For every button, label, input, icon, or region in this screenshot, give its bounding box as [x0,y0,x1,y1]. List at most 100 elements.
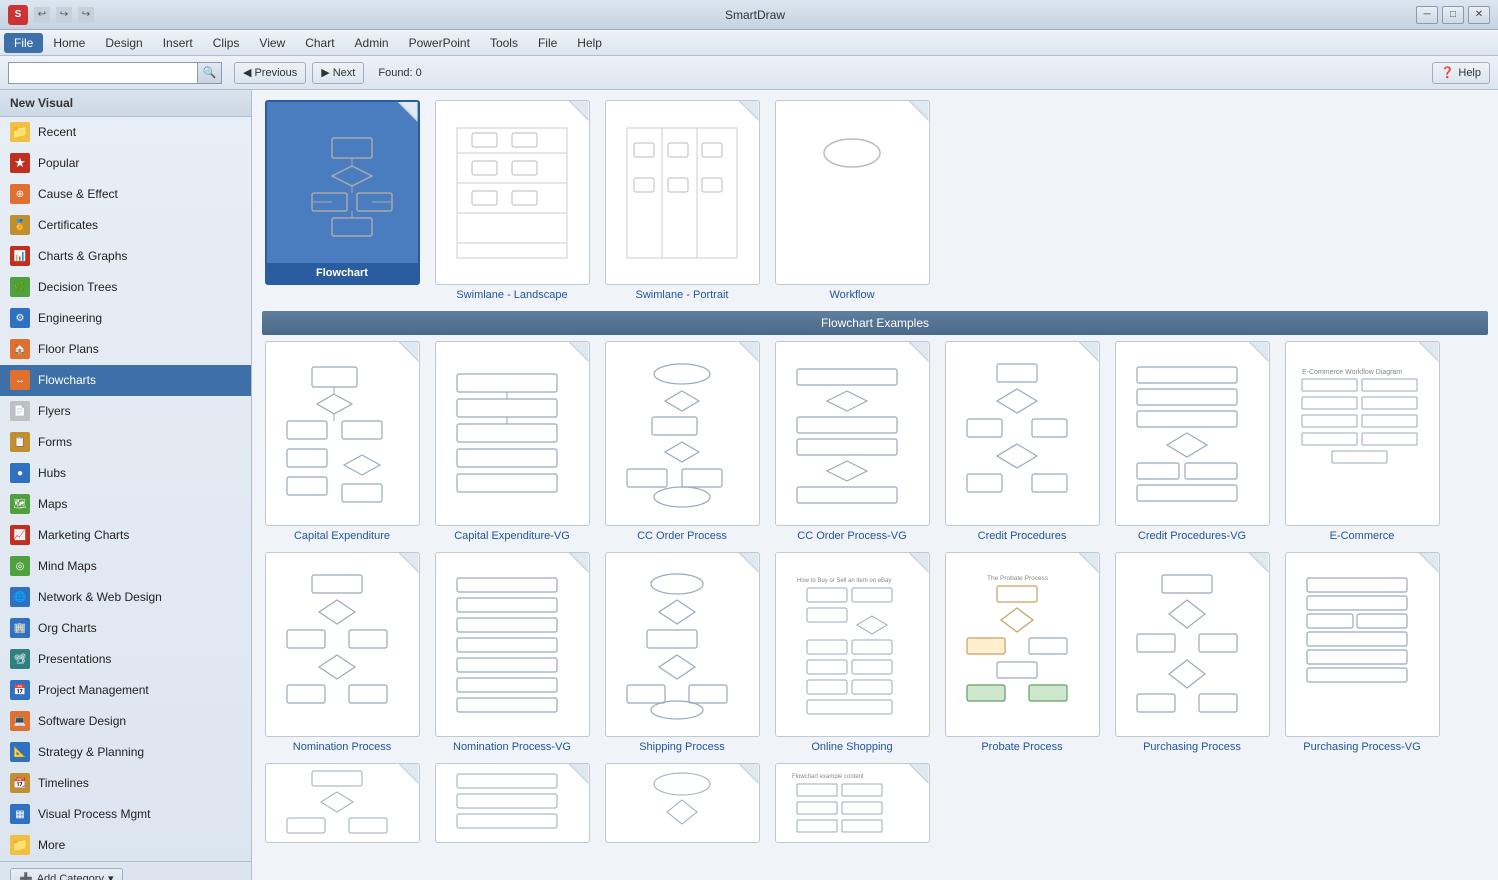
purchasing-thumb[interactable] [1115,552,1270,737]
template-card-purchasing-vg[interactable]: Purchasing Process-VG [1282,552,1442,753]
workflow-diagram [792,123,912,263]
template-card-probate[interactable]: The Probate Process Probate Process [942,552,1102,753]
cc-order-diagram [617,359,747,509]
sidebar-item-certificates[interactable]: 🏅 Certificates [0,210,251,241]
menu-admin[interactable]: Admin [345,33,399,53]
next-arrow-icon: ▶ [321,66,329,79]
sidebar-item-cause-effect[interactable]: ⊕ Cause & Effect [0,179,251,210]
credit-procedures-thumb[interactable] [945,341,1100,526]
undo-btn[interactable]: ↩ [34,7,50,23]
template-card-row3-3[interactable] [602,763,762,843]
menu-clips[interactable]: Clips [203,33,250,53]
capital-expenditure-thumb[interactable] [265,341,420,526]
workflow-name: Workflow [829,289,874,301]
cc-order-thumb[interactable] [605,341,760,526]
menu-design[interactable]: Design [95,33,152,53]
template-card-shipping[interactable]: Shipping Process [602,552,762,753]
capital-expenditure-vg-thumb[interactable] [435,341,590,526]
template-card-purchasing[interactable]: Purchasing Process [1112,552,1272,753]
cc-order-vg-thumb[interactable] [775,341,930,526]
sidebar-item-hubs[interactable]: ● Hubs [0,458,251,489]
sidebar-item-flowcharts[interactable]: ↔ Flowcharts [0,365,251,396]
menu-help[interactable]: Help [567,33,612,53]
sidebar-item-timelines[interactable]: 📆 Timelines [0,768,251,799]
template-card-credit-procedures[interactable]: Credit Procedures [942,341,1102,542]
sidebar-item-marketing-charts[interactable]: 📈 Marketing Charts [0,520,251,551]
template-card-online-shopping[interactable]: How to Buy or Sell an item on eBay [772,552,932,753]
flowchart-thumb[interactable]: Flowchart [265,100,420,285]
template-card-nomination[interactable]: Nomination Process [262,552,422,753]
sidebar: New Visual 📁 Recent ★ Popular ⊕ Cause & … [0,90,252,880]
minimize-button[interactable]: ─ [1416,6,1438,24]
swimlane-portrait-thumb[interactable] [605,100,760,285]
row3-thumb-1[interactable] [265,763,420,843]
template-card-flowchart[interactable]: Flowchart [262,100,422,301]
sidebar-item-forms[interactable]: 📋 Forms [0,427,251,458]
online-shopping-thumb[interactable]: How to Buy or Sell an item on eBay [775,552,930,737]
template-card-nomination-vg[interactable]: Nomination Process-VG [432,552,592,753]
sidebar-item-engineering[interactable]: ⚙ Engineering [0,303,251,334]
next-button[interactable]: ▶ Next [312,62,364,84]
template-card-credit-procedures-vg[interactable]: Credit Procedures-VG [1112,341,1272,542]
add-category-button[interactable]: ➕ Add Category ▾ [10,868,123,880]
sidebar-item-mind-maps[interactable]: ◎ Mind Maps [0,551,251,582]
workflow-thumb[interactable] [775,100,930,285]
menu-file2[interactable]: File [528,33,567,53]
sidebar-item-popular[interactable]: ★ Popular [0,148,251,179]
probate-thumb[interactable]: The Probate Process [945,552,1100,737]
row3-thumb-2[interactable] [435,763,590,843]
sidebar-item-presentations[interactable]: 📽 Presentations [0,644,251,675]
nomination-thumb[interactable] [265,552,420,737]
shipping-thumb[interactable] [605,552,760,737]
maximize-button[interactable]: □ [1442,6,1464,24]
template-card-row3-1[interactable] [262,763,422,843]
row3-thumb-4[interactable]: Flowchart example content [775,763,930,843]
sidebar-item-decision-trees[interactable]: 🌿 Decision Trees [0,272,251,303]
purchasing-vg-thumb[interactable] [1285,552,1440,737]
row3-diagram-3 [617,766,747,841]
sidebar-item-floor-plans[interactable]: 🏠 Floor Plans [0,334,251,365]
template-card-cc-order[interactable]: CC Order Process [602,341,762,542]
menu-chart[interactable]: Chart [295,33,344,53]
menu-insert[interactable]: Insert [153,33,203,53]
redo-btn[interactable]: ↪ [56,7,72,23]
template-card-ecommerce[interactable]: E-Commerce Workflow Diagram E-Commerce [1282,341,1442,542]
ecommerce-thumb[interactable]: E-Commerce Workflow Diagram [1285,341,1440,526]
template-card-cc-order-vg[interactable]: CC Order Process-VG [772,341,932,542]
sidebar-item-flyers[interactable]: 📄 Flyers [0,396,251,427]
sidebar-item-maps[interactable]: 🗺 Maps [0,489,251,520]
template-card-capital-expenditure[interactable]: Capital Expenditure [262,341,422,542]
template-card-swimlane-portrait[interactable]: Swimlane - Portrait [602,100,762,301]
template-card-row3-4[interactable]: Flowchart example content [772,763,932,843]
nomination-vg-thumb[interactable] [435,552,590,737]
template-card-swimlane-landscape[interactable]: Swimlane - Landscape [432,100,592,301]
sidebar-item-recent[interactable]: 📁 Recent [0,117,251,148]
sidebar-item-project-management[interactable]: 📅 Project Management [0,675,251,706]
help-button[interactable]: ❓ Help [1432,62,1490,84]
swimlane-landscape-thumb[interactable] [435,100,590,285]
row3-thumb-3[interactable] [605,763,760,843]
previous-button[interactable]: ◀ Previous [234,62,306,84]
sidebar-item-org-charts[interactable]: 🏢 Org Charts [0,613,251,644]
close-button[interactable]: ✕ [1468,6,1490,24]
template-card-capital-expenditure-vg[interactable]: Capital Expenditure-VG [432,341,592,542]
menu-home[interactable]: Home [43,33,95,53]
sidebar-item-more[interactable]: 📁 More [0,830,251,861]
sidebar-header: New Visual [0,90,251,117]
menu-file[interactable]: File [4,33,43,53]
search-input[interactable] [8,62,198,84]
search-button[interactable]: 🔍 [198,62,222,84]
more-label: More [38,838,65,852]
redo2-btn[interactable]: ↪ [78,7,94,23]
credit-procedures-vg-thumb[interactable] [1115,341,1270,526]
sidebar-item-charts-graphs[interactable]: 📊 Charts & Graphs [0,241,251,272]
template-card-row3-2[interactable] [432,763,592,843]
sidebar-item-network-web[interactable]: 🌐 Network & Web Design [0,582,251,613]
template-card-workflow[interactable]: Workflow [772,100,932,301]
menu-powerpoint[interactable]: PowerPoint [399,33,480,53]
sidebar-item-software-design[interactable]: 💻 Software Design [0,706,251,737]
menu-view[interactable]: View [249,33,295,53]
menu-tools[interactable]: Tools [480,33,528,53]
sidebar-item-visual-process[interactable]: ▦ Visual Process Mgmt [0,799,251,830]
sidebar-item-strategy-planning[interactable]: 📐 Strategy & Planning [0,737,251,768]
